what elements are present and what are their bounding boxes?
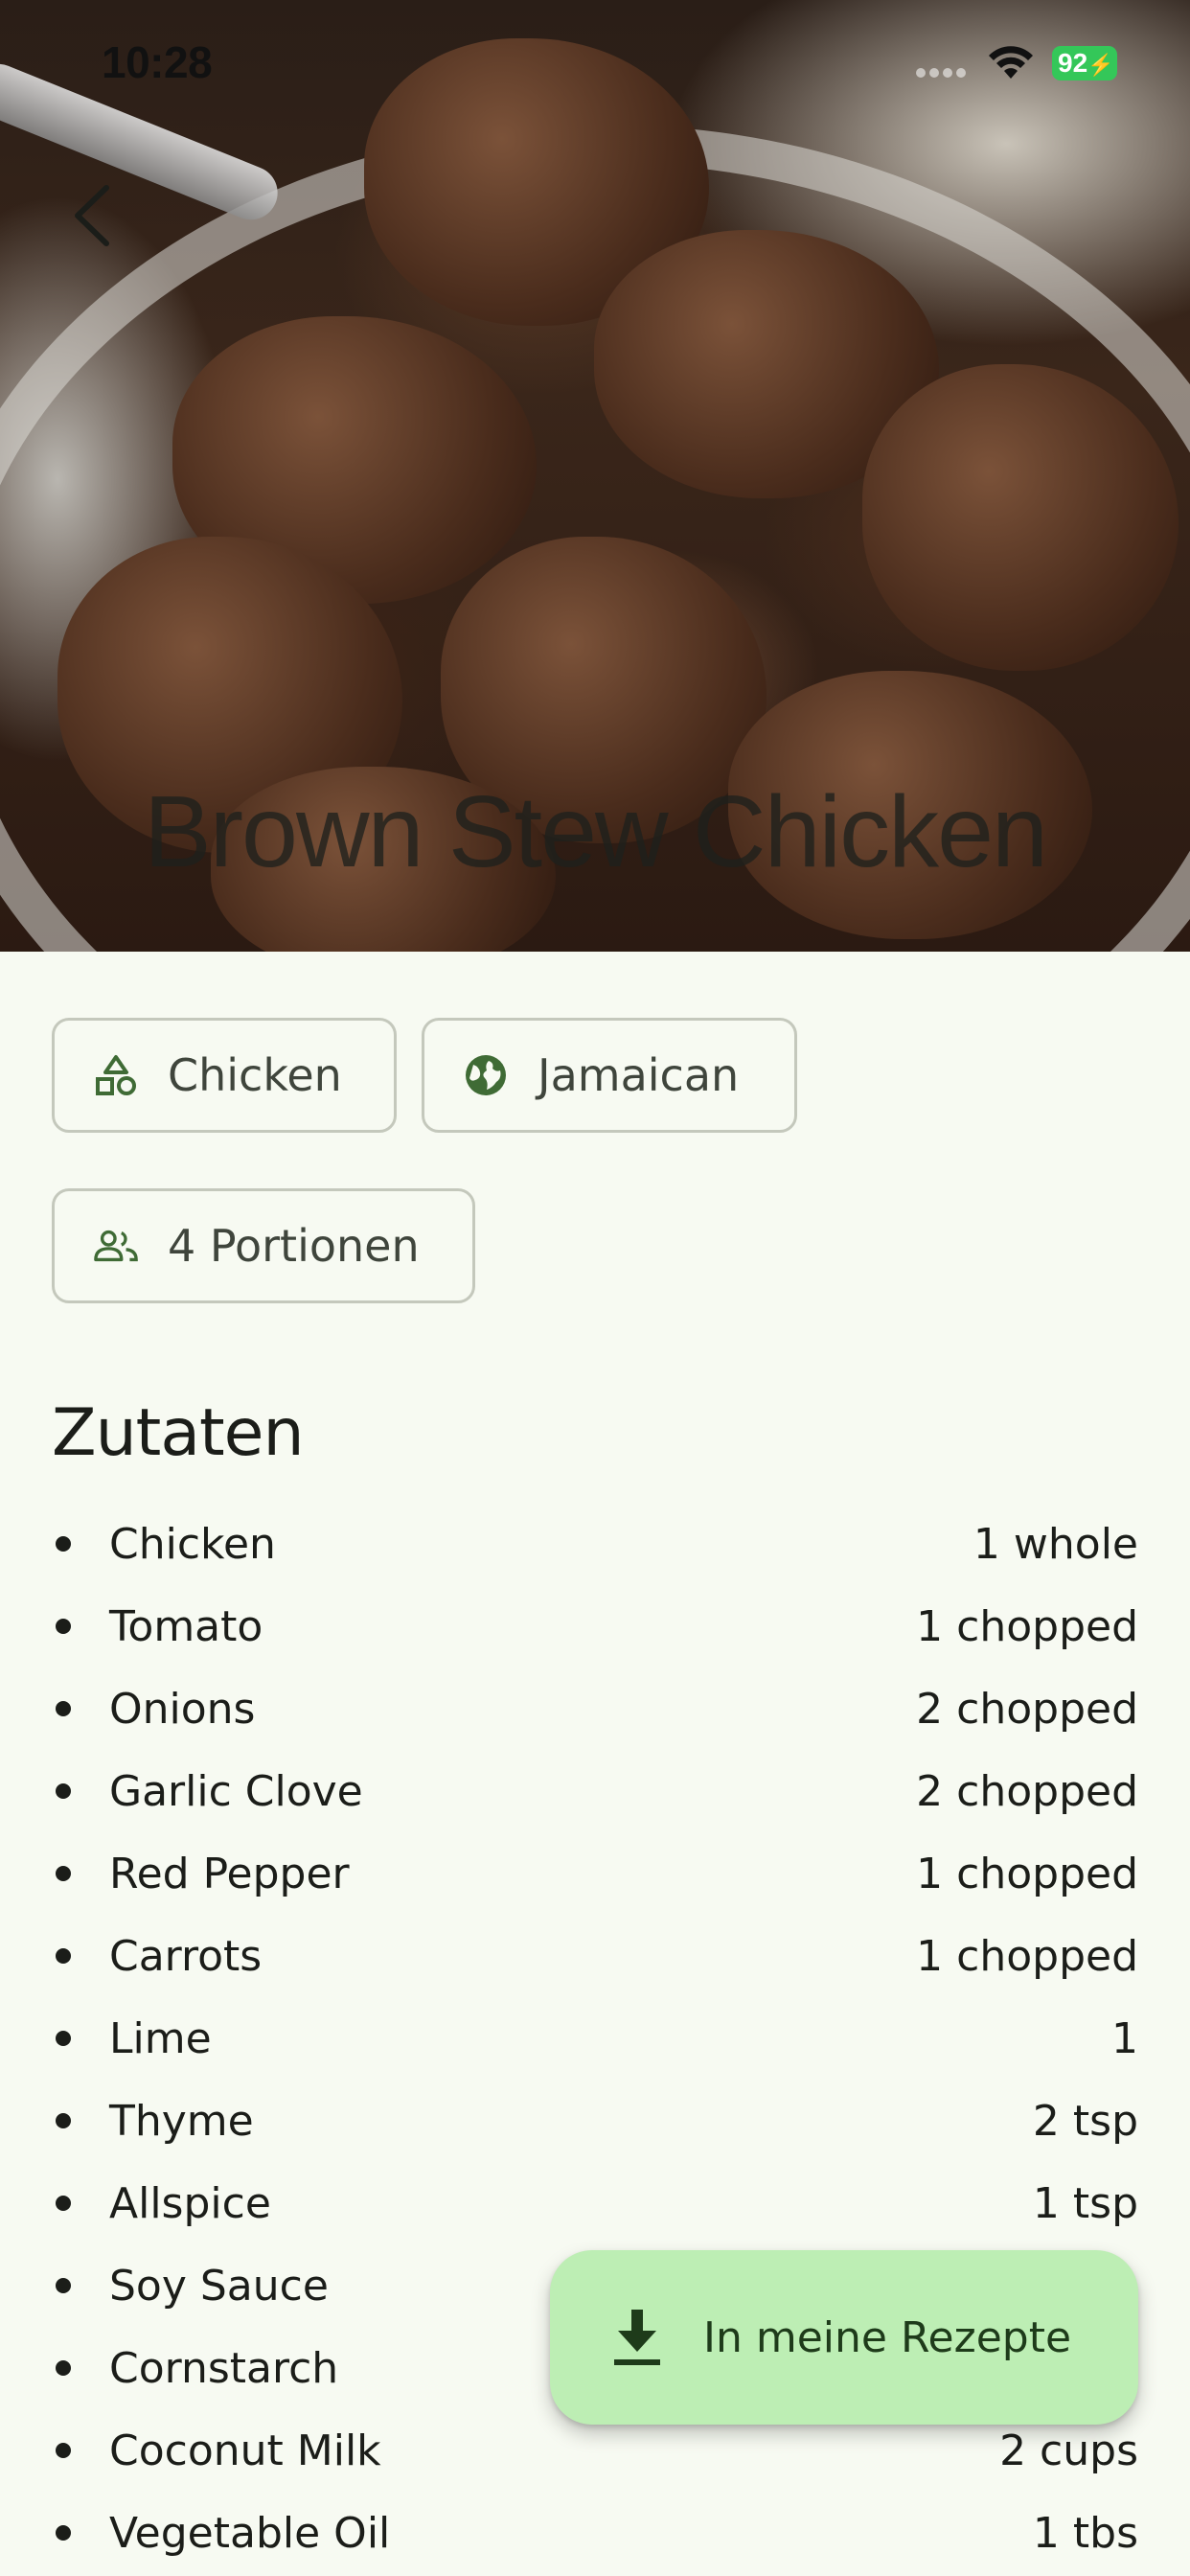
ingredient-amount: 2 tsp bbox=[1032, 2096, 1138, 2146]
chip-category[interactable]: Chicken bbox=[52, 1018, 397, 1133]
ingredient-name: Coconut Milk bbox=[109, 2426, 381, 2475]
list-item: Vegetable Oil 1 tbs bbox=[52, 2492, 1138, 2574]
list-item: Lime 1 bbox=[52, 1997, 1138, 2080]
ingredient-name: Allspice bbox=[109, 2178, 271, 2228]
download-icon bbox=[614, 2310, 660, 2365]
list-item: Thyme 2 tsp bbox=[52, 2080, 1138, 2162]
bullet bbox=[56, 1783, 71, 1799]
bullet bbox=[56, 2196, 71, 2211]
battery-level: 92 bbox=[1058, 48, 1088, 78]
bullet bbox=[56, 1866, 71, 1881]
ingredient-name: Chicken bbox=[109, 1519, 276, 1569]
bullet bbox=[56, 1948, 71, 1964]
ingredient-name: Thyme bbox=[109, 2096, 254, 2146]
ingredient-name: Onions bbox=[109, 1684, 256, 1734]
ingredient-amount: 2 cups bbox=[999, 2426, 1138, 2475]
chip-cuisine[interactable]: Jamaican bbox=[422, 1018, 797, 1133]
status-bar: 10:28 92⚡ bbox=[0, 0, 1190, 126]
ingredient-name: Red Pepper bbox=[109, 1849, 350, 1898]
chip-category-label: Chicken bbox=[168, 1049, 342, 1101]
bullet bbox=[56, 2443, 71, 2458]
ingredient-name: Lime bbox=[109, 2013, 212, 2063]
ingredient-amount: 2 chopped bbox=[916, 1766, 1138, 1816]
recipe-hero-image: Brown Stew Chicken bbox=[0, 0, 1190, 952]
save-to-recipes-button[interactable]: In meine Rezepte bbox=[550, 2250, 1138, 2425]
people-icon bbox=[93, 1223, 139, 1269]
bullet bbox=[56, 1619, 71, 1634]
chip-servings[interactable]: 4 Portionen bbox=[52, 1188, 475, 1303]
status-time: 10:28 bbox=[102, 37, 213, 87]
recipe-title: Brown Stew Chicken bbox=[144, 775, 1048, 888]
battery-indicator: 92⚡ bbox=[1052, 46, 1117, 80]
bullet bbox=[56, 2525, 71, 2541]
ingredient-amount: 1 chopped bbox=[916, 1931, 1138, 1981]
ingredient-amount: 1 tsp bbox=[1032, 2178, 1138, 2228]
list-item: Tomato 1 chopped bbox=[52, 1585, 1138, 1668]
globe-icon bbox=[463, 1052, 509, 1098]
ingredient-amount: 1 bbox=[1111, 2013, 1138, 2063]
bullet bbox=[56, 1701, 71, 1716]
ingredient-name: Carrots bbox=[109, 1931, 263, 1981]
charging-icon: ⚡ bbox=[1087, 53, 1114, 77]
bullet bbox=[56, 2360, 71, 2376]
list-item: Chicken 1 whole bbox=[52, 1503, 1138, 1585]
list-item: Onions 2 chopped bbox=[52, 1668, 1138, 1750]
ingredient-amount: 1 chopped bbox=[916, 1601, 1138, 1651]
save-to-recipes-label: In meine Rezepte bbox=[703, 2312, 1072, 2362]
wifi-icon bbox=[989, 46, 1033, 79]
ingredient-amount: 1 whole bbox=[973, 1519, 1138, 1569]
ingredient-amount: 1 tbs bbox=[1032, 2508, 1138, 2558]
chip-servings-label: 4 Portionen bbox=[168, 1220, 420, 1272]
ingredient-name: Garlic Clove bbox=[109, 1766, 363, 1816]
list-item: Red Pepper 1 chopped bbox=[52, 1832, 1138, 1915]
back-button[interactable] bbox=[57, 172, 125, 259]
bullet bbox=[56, 1536, 71, 1552]
category-icon bbox=[93, 1052, 139, 1098]
ingredient-name: Tomato bbox=[109, 1601, 263, 1651]
ingredient-amount: 1 chopped bbox=[916, 1849, 1138, 1898]
list-item: Carrots 1 chopped bbox=[52, 1915, 1138, 1997]
ingredient-amount: 2 chopped bbox=[916, 1684, 1138, 1734]
bullet bbox=[56, 2031, 71, 2046]
list-item: Allspice 1 tsp bbox=[52, 2162, 1138, 2244]
ingredients-heading: Zutaten bbox=[52, 1395, 305, 1471]
list-item: Garlic Clove 2 chopped bbox=[52, 1750, 1138, 1832]
ingredient-name: Vegetable Oil bbox=[109, 2508, 391, 2558]
bullet bbox=[56, 2113, 71, 2128]
signal-icon bbox=[916, 63, 973, 78]
bullet bbox=[56, 2278, 71, 2293]
chip-cuisine-label: Jamaican bbox=[538, 1049, 740, 1101]
chevron-left-icon bbox=[75, 185, 109, 246]
